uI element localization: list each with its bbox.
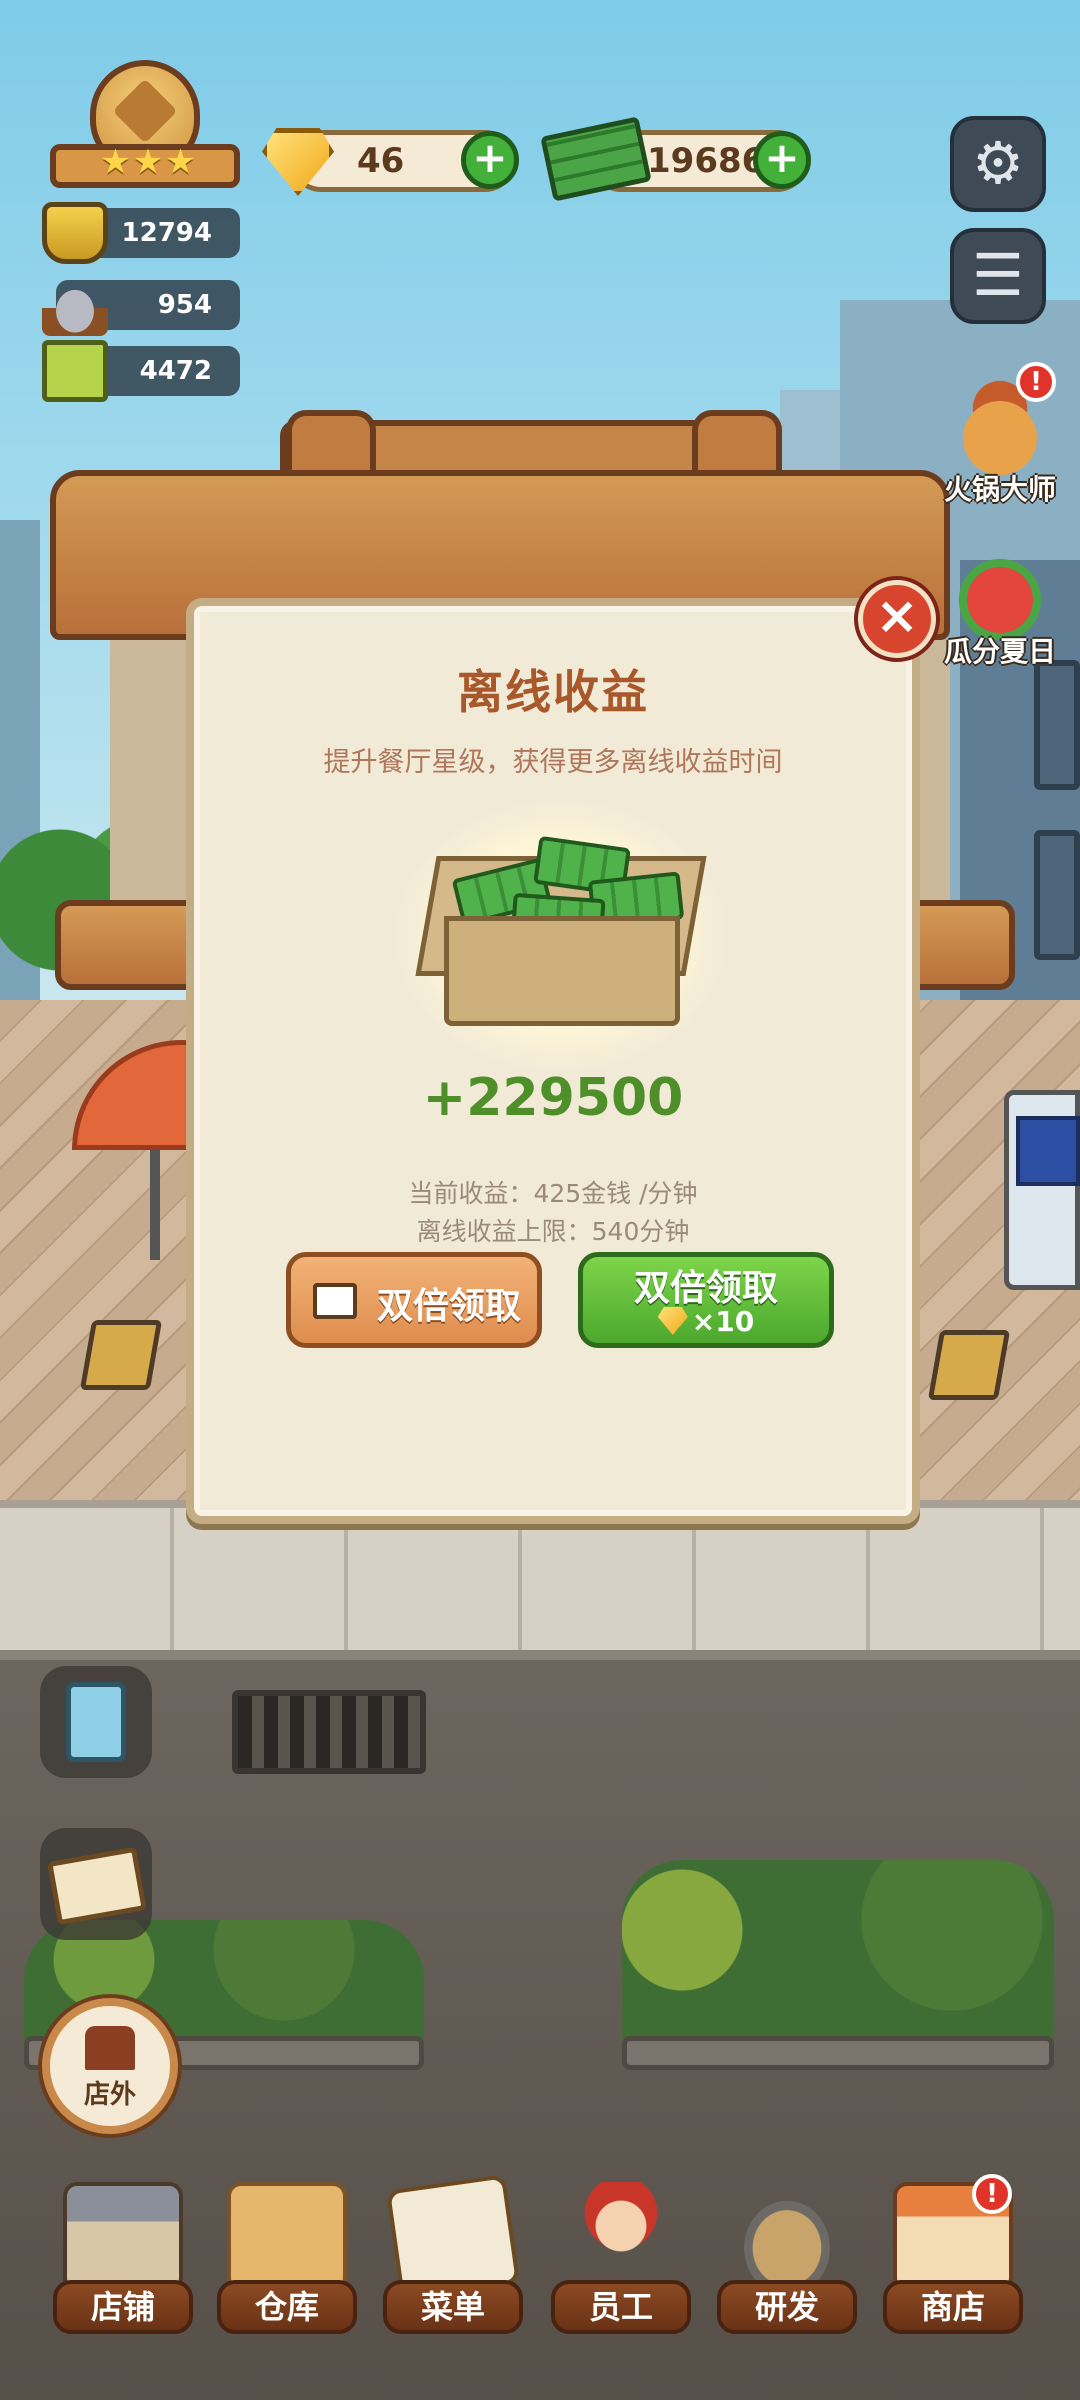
close-button[interactable]: × <box>858 580 936 658</box>
offline-cap: 离线收益上限：540分钟 <box>416 1217 690 1246</box>
double-claim-video-button[interactable]: 双倍领取 <box>286 1252 542 1348</box>
reward-amount: +229500 <box>422 1068 684 1128</box>
double-claim-gem-button[interactable]: 双倍领取 ×10 <box>578 1252 834 1348</box>
dialog-subtitle: 提升餐厅星级，获得更多离线收益时间 <box>323 747 783 778</box>
offline-earnings-dialog: 离线收益 提升餐厅星级，获得更多离线收益时间 +229500 当前收益：425金… <box>186 598 920 1524</box>
button-label: 双倍领取 <box>633 1268 778 1309</box>
gem-icon <box>657 1307 688 1335</box>
current-income: 当前收益：425金钱 /分钟 <box>408 1179 698 1208</box>
gem-cost-value: ×10 <box>691 1305 755 1338</box>
gem-cost: ×10 <box>583 1305 829 1338</box>
dialog-title: 离线收益 <box>457 665 649 719</box>
cardboard-box-icon <box>444 916 680 1026</box>
video-icon <box>313 1283 357 1319</box>
button-label: 双倍领取 <box>377 1286 522 1327</box>
